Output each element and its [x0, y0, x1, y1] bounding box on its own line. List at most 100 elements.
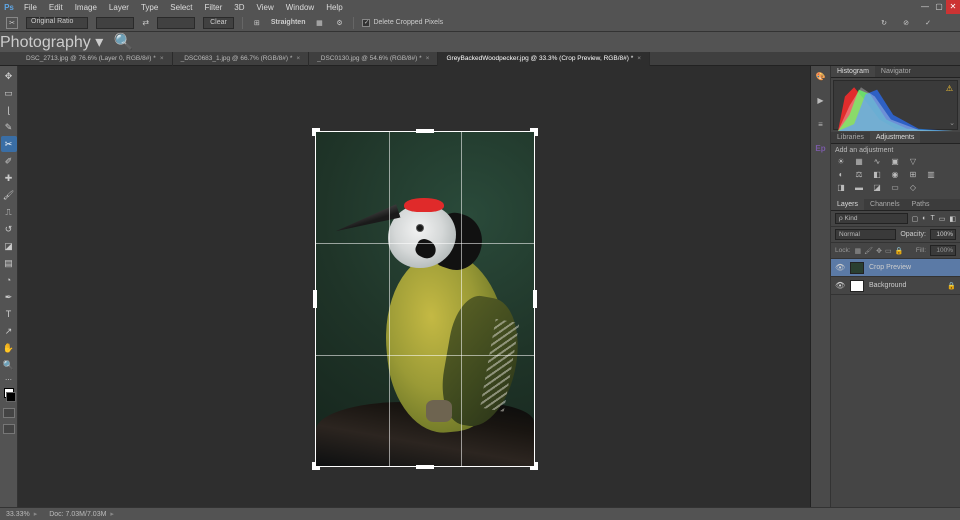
selective-color-adj-icon[interactable]: ◇ [907, 183, 919, 193]
overlay-options-icon[interactable]: ▦ [313, 17, 325, 29]
crop-handle-top-left[interactable] [312, 128, 324, 140]
document-size[interactable]: Doc: 7.03M/7.03M [49, 510, 114, 518]
layer-row[interactable]: 👁 Crop Preview [831, 259, 960, 277]
cancel-crop-icon[interactable]: ⊘ [900, 17, 912, 29]
window-maximize-button[interactable]: ▢ [932, 0, 946, 14]
gradient-tool[interactable]: ▤ [1, 255, 17, 271]
tab-layers[interactable]: Layers [831, 199, 864, 210]
layer-row[interactable]: 👁 Background 🔒 [831, 277, 960, 295]
eyedropper-tool[interactable]: ✐ [1, 153, 17, 169]
filter-type-icon[interactable]: T [930, 215, 934, 222]
filter-shape-icon[interactable]: ▭ [939, 215, 946, 223]
filter-smart-icon[interactable]: ◧ [949, 215, 956, 223]
tool-more-icon[interactable]: ⋯ [5, 376, 12, 384]
lock-position-icon[interactable]: ✥ [876, 247, 882, 255]
export-panel-icon[interactable]: Ep [814, 142, 828, 156]
zoom-tool[interactable]: 🔍 [1, 357, 17, 373]
window-minimize-button[interactable]: — [918, 0, 932, 14]
reset-crop-icon[interactable]: ↻ [878, 17, 890, 29]
menu-3d[interactable]: 3D [228, 3, 250, 12]
menu-select[interactable]: Select [164, 3, 198, 12]
crop-handle-top[interactable] [416, 129, 434, 133]
color-panel-icon[interactable]: 🎨 [814, 70, 828, 84]
crop-height-input[interactable] [157, 17, 195, 29]
gradient-map-adj-icon[interactable]: ▭ [889, 183, 901, 193]
close-icon[interactable]: × [637, 55, 641, 62]
photo-filter-adj-icon[interactable]: ◉ [889, 170, 901, 180]
menu-help[interactable]: Help [320, 3, 348, 12]
filter-adj-icon[interactable]: ◐ [922, 215, 926, 222]
tab-histogram[interactable]: Histogram [831, 66, 875, 77]
document-tab[interactable]: GreyBackedWoodpecker.jpg @ 33.3% (Crop P… [438, 52, 650, 66]
vibrance-adj-icon[interactable]: ▽ [907, 157, 919, 167]
tab-libraries[interactable]: Libraries [831, 132, 870, 143]
filter-pixel-icon[interactable]: ▢ [912, 215, 919, 223]
visibility-icon[interactable]: 👁 [835, 281, 845, 290]
crop-tool[interactable]: ✂ [1, 136, 17, 152]
levels-adj-icon[interactable]: ▦ [853, 157, 865, 167]
background-color[interactable] [6, 392, 16, 402]
crop-width-input[interactable] [96, 17, 134, 29]
crop-handle-right[interactable] [533, 290, 537, 308]
crop-handle-bottom-left[interactable] [312, 458, 324, 470]
window-close-button[interactable]: ✕ [946, 0, 960, 14]
swap-dimensions-icon[interactable]: ⇄ [142, 18, 149, 27]
document-tab[interactable]: _DSC0130.jpg @ 54.6% (RGB/8#) *× [309, 52, 438, 66]
search-icon[interactable]: 🔍 [114, 34, 134, 51]
dodge-tool[interactable]: ◔ [1, 272, 17, 288]
menu-window[interactable]: Window [280, 3, 320, 12]
layer-filter-select[interactable]: ρ Kind [835, 213, 908, 224]
lookup-adj-icon[interactable]: ▥ [925, 170, 937, 180]
crop-settings-icon[interactable]: ⚙ [333, 17, 345, 29]
type-tool[interactable]: T [1, 306, 17, 322]
lock-all-icon[interactable]: 🔒 [895, 247, 904, 255]
color-balance-adj-icon[interactable]: ⚖ [853, 170, 865, 180]
close-icon[interactable]: × [426, 55, 430, 62]
canvas[interactable] [18, 66, 810, 507]
zoom-level[interactable]: 33.33% [6, 510, 37, 518]
aspect-preset-select[interactable]: Original Ratio [26, 17, 88, 29]
history-panel-icon[interactable]: ≡ [814, 118, 828, 132]
lock-pixels-icon[interactable]: 🖌 [864, 247, 873, 255]
hand-tool[interactable]: ✋ [1, 340, 17, 356]
opacity-input[interactable]: 100% [930, 229, 956, 240]
posterize-adj-icon[interactable]: ▬ [853, 183, 865, 193]
menu-type[interactable]: Type [135, 3, 164, 12]
path-tool[interactable]: ↗ [1, 323, 17, 339]
threshold-adj-icon[interactable]: ◪ [871, 183, 883, 193]
pen-tool[interactable]: ✒ [1, 289, 17, 305]
menu-filter[interactable]: Filter [199, 3, 229, 12]
expand-icon[interactable]: ⌄ [949, 119, 955, 127]
quick-select-tool[interactable]: ✎ [1, 119, 17, 135]
crop-handle-bottom-right[interactable] [526, 458, 538, 470]
stamp-tool[interactable]: ⎍ [1, 204, 17, 220]
healing-tool[interactable]: ✚ [1, 170, 17, 186]
invert-adj-icon[interactable]: ◨ [835, 183, 847, 193]
commit-crop-icon[interactable]: ✓ [922, 17, 934, 29]
tab-channels[interactable]: Channels [864, 199, 906, 210]
move-tool[interactable]: ✥ [1, 68, 17, 84]
menu-file[interactable]: File [18, 3, 43, 12]
brush-tool[interactable]: 🖌 [1, 187, 17, 203]
document-tab[interactable]: DSC_2713.jpg @ 76.6% (Layer 0, RGB/8#) *… [18, 52, 173, 66]
straighten-label[interactable]: Straighten [271, 19, 306, 26]
tab-paths[interactable]: Paths [906, 199, 936, 210]
fill-input[interactable]: 100% [930, 245, 956, 256]
lock-transparency-icon[interactable]: ▦ [855, 247, 862, 255]
quick-mask-toggle[interactable] [3, 408, 15, 418]
history-brush-tool[interactable]: ↺ [1, 221, 17, 237]
workspace-switcher[interactable]: Photography ▾ 🔍 [0, 32, 960, 52]
tab-adjustments[interactable]: Adjustments [870, 132, 921, 143]
lasso-tool[interactable]: ɭ [1, 102, 17, 118]
document-tab[interactable]: _DSC0683_1.jpg @ 66.7% (RGB/8#) *× [173, 52, 310, 66]
menu-layer[interactable]: Layer [103, 3, 135, 12]
bw-adj-icon[interactable]: ◧ [871, 170, 883, 180]
close-icon[interactable]: × [160, 55, 164, 62]
hue-adj-icon[interactable]: ◐ [835, 170, 847, 180]
lock-artboard-icon[interactable]: ▭ [885, 247, 892, 255]
curves-adj-icon[interactable]: ∿ [871, 157, 883, 167]
marquee-tool[interactable]: ▭ [1, 85, 17, 101]
menu-image[interactable]: Image [69, 3, 103, 12]
visibility-icon[interactable]: 👁 [835, 263, 845, 272]
screen-mode-toggle[interactable] [3, 424, 15, 434]
